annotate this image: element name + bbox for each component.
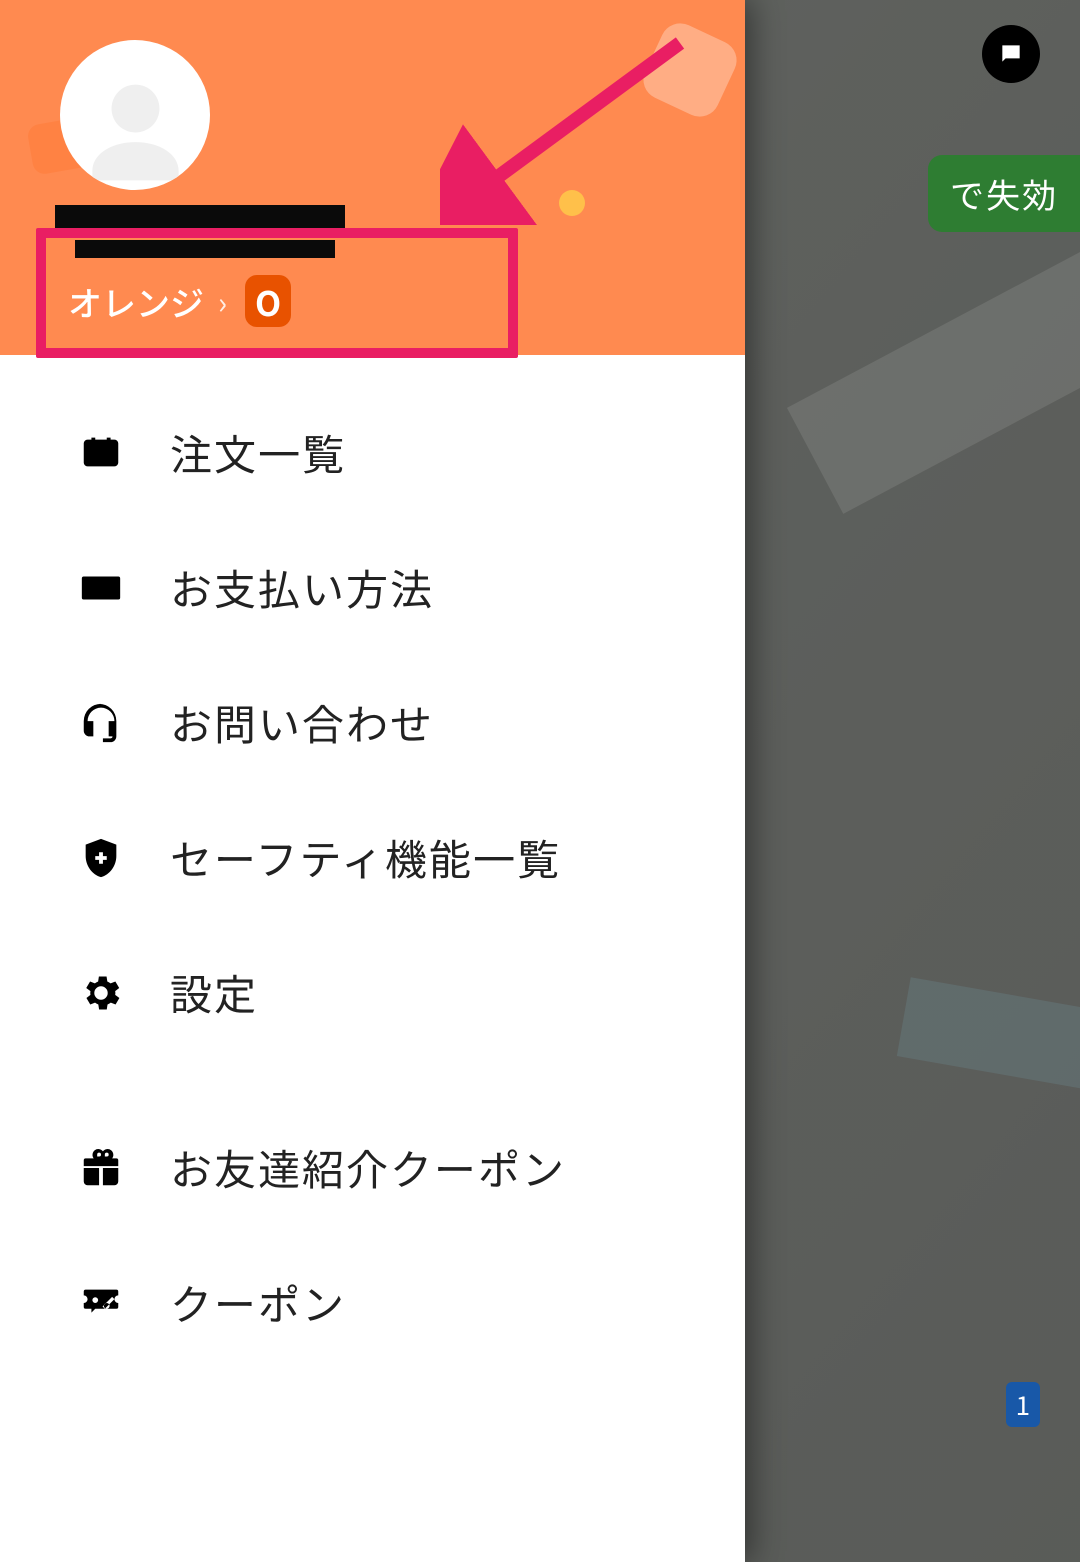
- menu-item-label: 注文一覧: [170, 422, 346, 483]
- orders-icon: [78, 430, 124, 476]
- menu-item-settings[interactable]: 設定: [78, 925, 745, 1060]
- gear-icon: [78, 970, 124, 1016]
- map-status-badge: で失効: [928, 155, 1080, 232]
- decor-shape: [637, 17, 743, 123]
- person-icon: [78, 75, 193, 190]
- messages-button[interactable]: [982, 25, 1040, 83]
- map-route-tag: 1: [1006, 1382, 1040, 1427]
- chat-icon: [998, 41, 1024, 67]
- ticket-icon: [78, 1280, 124, 1326]
- menu-item-payment[interactable]: お支払い方法: [78, 520, 745, 655]
- app-root: で失効 1 オレンジ › O: [0, 0, 1080, 1562]
- gift-icon: [78, 1145, 124, 1191]
- menu-item-referral[interactable]: お友達紹介クーポン: [78, 1100, 745, 1235]
- tier-label: オレンジ: [68, 277, 204, 326]
- decor-dot: [559, 190, 585, 216]
- menu-item-support[interactable]: お問い合わせ: [78, 655, 745, 790]
- menu-item-label: お友達紹介クーポン: [170, 1137, 566, 1198]
- headset-icon: [78, 700, 124, 746]
- menu-item-label: セーフティ機能一覧: [170, 827, 561, 888]
- avatar[interactable]: [60, 40, 210, 190]
- redacted-name-line-1: [55, 205, 345, 235]
- menu-item-orders[interactable]: 注文一覧: [78, 385, 745, 520]
- map-river-shape: [897, 977, 1080, 1143]
- chevron-right-icon: ›: [218, 279, 227, 323]
- menu-item-coupon[interactable]: クーポン: [78, 1235, 745, 1370]
- side-drawer: オレンジ › O 注文一覧: [0, 0, 745, 1562]
- menu-item-label: お問い合わせ: [170, 692, 434, 753]
- menu-item-label: 設定: [170, 962, 258, 1023]
- redacted-name-line-2: [75, 240, 335, 258]
- menu-item-label: お支払い方法: [170, 557, 434, 618]
- drawer-header[interactable]: オレンジ › O: [0, 0, 745, 355]
- menu-item-safety[interactable]: セーフティ機能一覧: [78, 790, 745, 925]
- tier-badge: O: [245, 275, 291, 327]
- shield-icon: [78, 835, 124, 881]
- card-icon: [78, 565, 124, 611]
- tier-row[interactable]: オレンジ › O: [68, 275, 291, 327]
- drawer-menu: 注文一覧 お支払い方法 お問い合わせ セーフティ機能一覧: [0, 355, 745, 1370]
- menu-item-label: クーポン: [170, 1272, 346, 1333]
